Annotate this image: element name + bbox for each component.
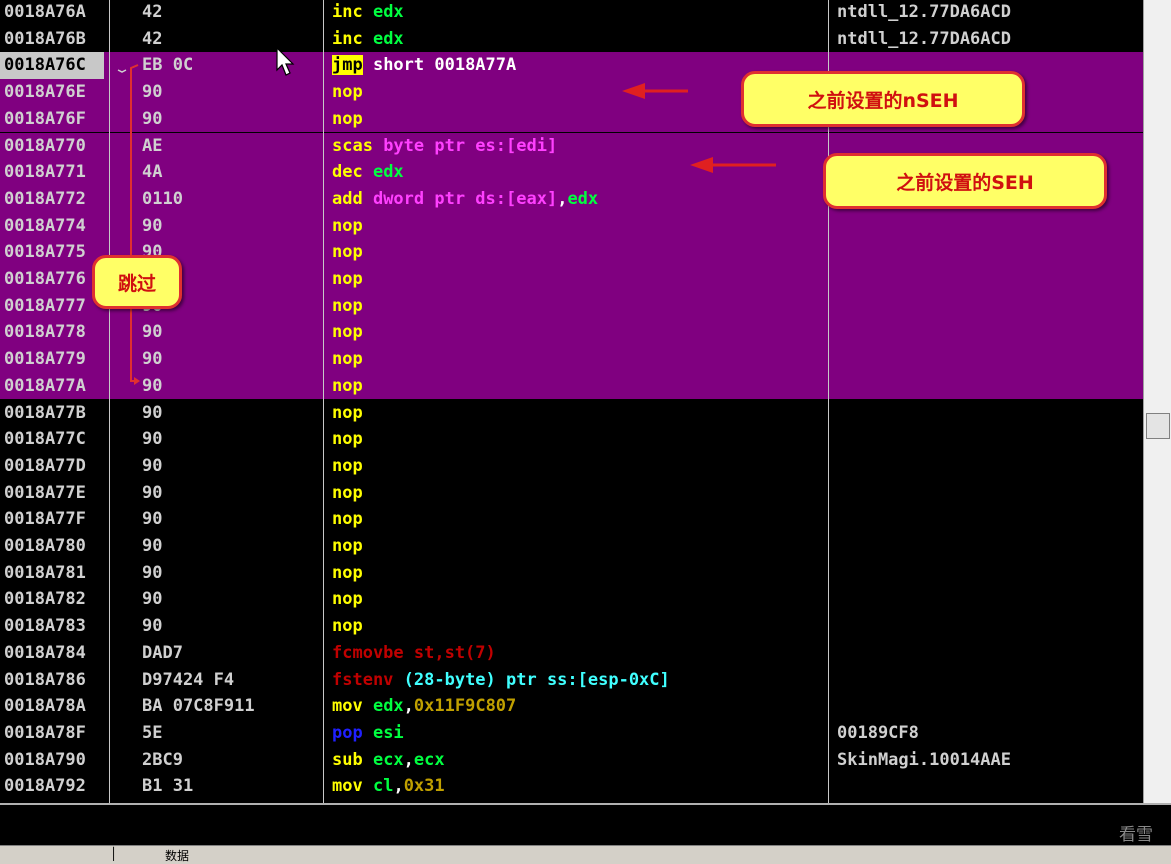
watermark: 看雪 [1119, 825, 1153, 845]
bottom-tab-bar: │ 数据 [0, 845, 1171, 864]
data-tab-label[interactable]: 数据 [165, 847, 189, 864]
skip-annotation: 跳过 [92, 255, 182, 309]
scrollbar-thumb[interactable] [1146, 413, 1170, 439]
jump-arrow-head [134, 377, 140, 385]
mouse-cursor-icon [276, 47, 295, 76]
seh-arrow-head [690, 157, 713, 173]
fold-icon [117, 69, 127, 73]
vertical-scrollbar[interactable] [1143, 0, 1171, 803]
nseh-annotation: 之前设置的nSEH [741, 71, 1025, 127]
seh-annotation: 之前设置的SEH [823, 153, 1107, 209]
bottom-bar-left: │ [110, 847, 118, 861]
nseh-arrow-head [622, 83, 645, 99]
info-pane [0, 803, 1171, 847]
jump-bracket-line [130, 64, 139, 382]
